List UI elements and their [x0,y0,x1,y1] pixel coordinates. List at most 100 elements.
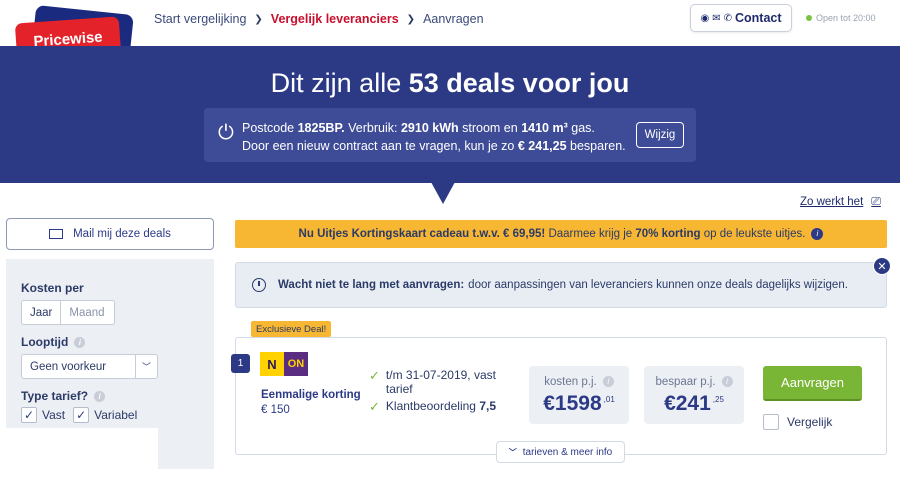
clock-icon [252,278,266,292]
save-main: €241 [664,392,711,415]
feature-contract: ✓ t/m 31-07-2019, vast tarief [369,368,509,396]
supplier-logo: N ON [260,352,308,376]
compare-label: Vergelijk [787,415,833,429]
plug-icon: ⏻ [218,122,234,144]
open-status: Open tot 20:00 [806,13,876,23]
cost-per-label: Kosten per [21,281,84,295]
breadcrumb-step-compare[interactable]: Vergelijk leveranciers [271,12,399,26]
tariff-variable-option[interactable]: ✓ Variabel [73,407,137,423]
promo-mid: Daarmee krijg je [548,228,633,240]
how-it-works-link[interactable]: Zo werkt het ⎚ [800,194,881,209]
more-info-toggle[interactable]: ﹀ tarieven & meer info [496,441,625,463]
check-icon: ✓ [369,399,380,414]
cost-per-toggle: Jaar Maand [21,300,116,325]
electricity-label: stroom en [462,121,518,135]
title-bold: 53 deals voor jou [408,68,630,98]
contact-label: Contact [734,11,782,25]
tariff-variable-label: Variabel [94,408,138,422]
chevron-down-icon: ﹀ [135,355,157,378]
open-status-text: Open tot 20:00 [816,13,876,23]
rating-score: 7,5 [479,399,497,413]
phone-icon: ✆ [723,12,732,24]
save-cents: ,25 [712,395,724,404]
tariff-fixed-label: Vast [42,408,66,422]
title-pre: Dit zijn alle [270,68,402,98]
postcode-label: Postcode [242,121,295,135]
more-info-label: tarieven & meer info [522,446,613,458]
chevron-down-icon: ﹀ [508,447,517,457]
feature-rating: ✓ Klantbeoordeling 7,5 [369,399,496,415]
feature-contract-text: t/m 31-07-2019, vast tarief [385,368,496,396]
envelope-icon [49,229,64,239]
logo-left-part: N [260,352,284,376]
info-icon[interactable]: i [94,391,106,403]
how-it-works-label: Zo werkt het [800,195,864,208]
promo-banner: Nu Uitjes Kortingskaart cadeau t.w.v. € … [235,220,887,248]
notice-banner: Wacht niet te lang met aanvragen: door a… [235,262,887,308]
chevron-right-icon: ❯ [406,13,416,25]
apply-button[interactable]: Aanvragen [763,366,862,401]
usage-label: Verbruik: [348,121,398,135]
savings-pre: Door een nieuw contract aan te vragen, k… [242,139,515,153]
duration-value: Geen voorkeur [30,360,107,373]
whatsapp-icon: ◉ [700,12,710,24]
close-icon[interactable]: ✕ [873,257,891,275]
mail-icon: ✉ [712,12,721,24]
checkbox-checked-icon[interactable]: ✓ [21,407,37,423]
hero-banner: Dit zijn alle 53 deals voor jou ⏻ Postco… [0,46,900,183]
info-icon[interactable]: i [602,376,614,388]
exclusive-badge: Exclusieve Deal! [251,321,332,337]
savings-box: bespaar p.j. i €241,25 [644,366,744,424]
tariff-checkboxes: ✓ Vast ✓ Variabel [21,407,137,423]
check-icon: ✓ [369,368,380,383]
breadcrumb: Start vergelijking ❯ Vergelijk leveranci… [154,12,484,26]
cost-main: €1598 [543,392,602,415]
cost-label-row: kosten p.j. i [529,376,629,388]
mail-deals-button[interactable]: Mail mij deze deals [6,218,214,250]
hero-pointer [431,182,455,204]
save-label-row: bespaar p.j. i [644,376,744,388]
discount-value: € 150 [261,404,290,416]
logo-right-part: ON [284,352,308,376]
rating-label: Klantbeoordeling [385,399,476,413]
cost-label: kosten p.j. [544,376,597,388]
checkbox-checked-icon[interactable]: ✓ [73,407,90,423]
gas-usage: 1410 m³ [521,121,568,135]
info-icon[interactable]: i [74,337,86,349]
breadcrumb-step-start[interactable]: Start vergelijking [154,12,246,26]
checkbox-unchecked-icon[interactable] [763,414,779,430]
deal-rank: 1 [231,354,250,373]
usage-line-1: Postcode 1825BP. Verbruik: 2910 kWh stro… [242,121,595,135]
promo-percentage: 70% korting [635,228,701,240]
cost-per-year-option[interactable]: Jaar [21,300,62,325]
chevron-right-icon: ❯ [254,13,263,25]
savings-post: besparen. [570,139,626,153]
mail-deals-label: Mail mij deze deals [73,228,171,240]
save-label: bespaar p.j. [655,376,716,388]
notice-bold: Wacht niet te lang met aanvragen: [278,279,465,291]
compare-checkbox[interactable]: Vergelijk [763,414,832,430]
cost-amount: €1598,01 [529,392,629,416]
page-title: Dit zijn alle 53 deals voor jou [0,68,900,99]
duration-select[interactable]: Geen voorkeur ﹀ [21,354,158,379]
save-amount: €241,25 [644,392,744,416]
sidebar-cutoff [0,428,158,480]
usage-line-2: Door een nieuw contract aan te vragen, k… [242,139,626,153]
duration-label: Looptijd [21,335,69,349]
cost-box: kosten p.j. i €1598,01 [529,366,629,424]
breadcrumb-step-apply[interactable]: Aanvragen [423,12,483,26]
cost-cents: ,01 [603,395,615,404]
promo-bold: Nu Uitjes Kortingskaart cadeau t.w.v. € … [298,228,546,240]
edit-button[interactable]: Wijzig [636,122,684,148]
cost-per-month-option[interactable]: Maand [61,300,116,325]
contact-button[interactable]: ◉ ✉ ✆ Contact [690,4,792,32]
savings-amount: € 241,25 [517,139,567,153]
gas-label: gas. [571,121,595,135]
tariff-fixed-option[interactable]: ✓ Vast [21,407,65,423]
info-icon[interactable]: i [811,228,824,240]
video-camera-icon: ⎚ [871,194,881,208]
tariff-label-row: Type tarief? i [21,389,106,403]
electricity-usage: 2910 kWh [400,121,459,135]
top-bar: Pricewise Start vergelijking ❯ Vergelijk… [0,0,900,62]
info-icon[interactable]: i [721,376,733,388]
